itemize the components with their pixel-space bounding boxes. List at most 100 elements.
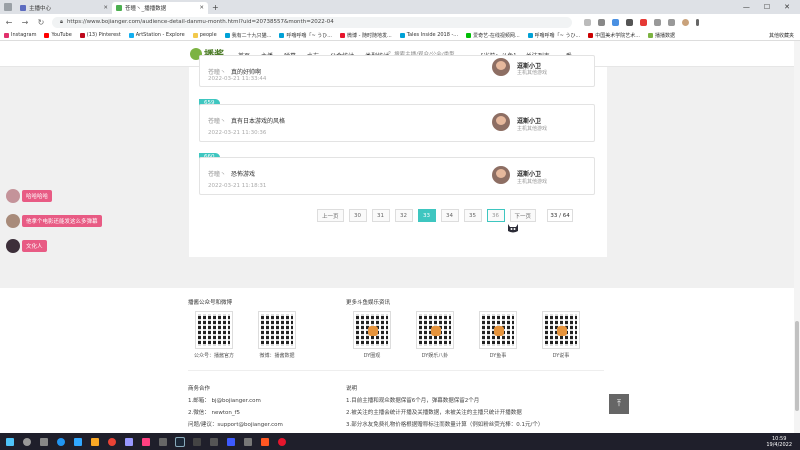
danmu-user[interactable]: 苍瞳丶 [208,171,226,178]
search-icon[interactable] [23,437,31,446]
new-tab-icon[interactable]: + [212,3,219,12]
bookmark-item[interactable]: 呼噜呼噜「~ うひ... [527,32,581,39]
bookmark-item[interactable]: 微博 - 随时随地发... [340,32,392,39]
refresh-icon[interactable]: ↻ [36,18,46,27]
bookmark-item[interactable]: 播播数据 [648,32,675,39]
maximize-icon[interactable]: ☐ [764,3,770,11]
danmu-item: 苍瞳丶 真的好帅啊 2022-03-21 11:33:44 逗斯小卫 主机其他游… [199,55,595,87]
current-page-button[interactable]: 33 [417,209,436,222]
url-input[interactable]: 🔒︎ https://www.bojianger.com/audience-de… [52,16,572,28]
extension-icon[interactable] [640,18,647,26]
windows-start-icon[interactable] [6,437,14,446]
page-button[interactable]: 31 [371,209,390,222]
page-info: 33 / 64 [547,209,574,222]
translate-icon[interactable] [612,18,619,26]
coop-line[interactable]: 1.邮箱： bj@bojianger.com [188,396,261,404]
collections-icon[interactable] [668,18,675,26]
page-button[interactable]: 36 [486,209,505,222]
app-icon[interactable] [227,437,235,446]
steam-icon[interactable] [175,436,185,447]
forward-icon[interactable]: → [20,18,30,27]
page-button[interactable]: 32 [394,209,413,222]
browser-menu-icon[interactable] [4,3,12,11]
app-icon[interactable] [142,437,150,446]
next-page-button[interactable]: 下一页 [509,209,537,222]
anchor-name[interactable]: 逗斯小卫 [517,169,541,178]
danmaku-bubble: 哈哈哈哈 [22,190,53,202]
profile-icon[interactable] [682,18,689,26]
bookmark-item[interactable]: 我有二十九只猫... [224,32,271,39]
extension-icon[interactable] [598,18,605,26]
photoshop-icon[interactable] [74,437,82,446]
prev-page-button[interactable]: 上一页 [317,209,344,222]
other-bookmarks-folder[interactable]: 其他收藏夹 [769,32,800,39]
browser-tabbar: 主播中心 ✕ 苍瞳丶_播播数据 ✕ + — ☐ ✕ [0,0,800,14]
premiere-icon[interactable] [125,437,133,446]
app-icon[interactable] [159,437,167,446]
bookmark-item[interactable]: YouTube [44,32,72,38]
coop-line[interactable]: 问题/建议：support@bojianger.com [188,420,283,428]
anchor-name[interactable]: 逗斯小卫 [517,116,541,125]
tab-close-icon[interactable]: ✕ [103,5,108,11]
bookmark-item[interactable]: 呼噜呼噜「~ うひ... [279,32,332,39]
chrome-icon[interactable] [108,437,116,446]
app-icon[interactable] [193,437,201,446]
edge-icon[interactable] [57,437,65,446]
anchor-avatar[interactable] [492,58,510,76]
anchor-category: 主机其他游戏 [517,70,548,76]
page-scrollbar[interactable] [794,41,800,433]
danmu-user[interactable]: 苍瞳丶 [208,69,226,76]
bookmark-label: 呼噜呼噜「~ うひ... [534,32,581,39]
bookmark-item[interactable]: Instagram [4,32,36,38]
tab-0[interactable]: 主播中心 ✕ [16,2,112,14]
file-explorer-icon[interactable] [91,437,99,446]
anchor-category: 主机其他游戏 [517,126,548,132]
system-clock[interactable]: 10:59 19/4/2022 [766,436,800,448]
minimize-icon[interactable]: — [743,3,750,11]
back-to-top-button[interactable]: ⤒ [609,394,629,414]
tab-1[interactable]: 苍瞳丶_播播数据 ✕ [112,2,208,14]
bookmark-label: ArtStation - Explore [135,32,185,38]
extension-icon[interactable] [626,18,633,26]
bookmark-item[interactable]: 中国美术学院艺术... [588,32,640,39]
bookmarks-bar: Instagram YouTube (13) Pinterest ArtStation… [0,30,800,41]
page-button[interactable]: 30 [348,209,367,222]
bookmark-item[interactable]: (13) Pinterest [79,32,121,38]
app-icon[interactable] [261,437,269,446]
bookmark-favicon-icon [399,32,405,38]
arrow-up-to-line-icon: ⤒ [617,399,621,409]
anchor-avatar[interactable] [492,166,510,184]
qr-caption: DY说事 [552,353,570,359]
more-icon[interactable] [696,18,699,26]
danmaku-bubble: 他拿个电影还能发这么多弹幕 [22,215,102,227]
close-window-icon[interactable]: ✕ [784,3,790,11]
bookmark-item[interactable]: 爱奇艺-在线视频网... [466,32,520,39]
danmu-content: 真的好帅啊 [230,69,261,76]
favorites-icon[interactable] [654,18,661,26]
weibo-icon[interactable] [278,437,286,446]
qr-caption: DY鱼事 [489,353,507,359]
page-button[interactable]: 34 [440,209,459,222]
bookmark-item[interactable]: people [192,32,217,38]
coop-line: 2.微信： newton_f5 [188,410,241,416]
bookmark-favicon-icon [527,32,533,38]
danmu-content: 真有日本游戏的风格 [230,118,285,125]
anchor-avatar[interactable] [492,113,510,131]
danmu-item: 苍瞳丶 真有日本游戏的风格 2022-03-21 11:30:36 逗斯小卫 主… [199,104,595,142]
danmaku-bubble: 文化人 [22,240,47,252]
app-icon[interactable] [210,437,218,446]
danmu-user[interactable]: 苍瞳丶 [208,118,226,125]
task-view-icon[interactable] [40,437,48,446]
tab-close-icon[interactable]: ✕ [199,5,204,11]
danmu-text: 苍瞳丶 恐怖游戏 [208,169,255,178]
back-icon[interactable]: ← [4,18,14,27]
bookmark-item[interactable]: ArtStation - Explore [128,32,185,38]
app-icon[interactable] [244,437,252,446]
cat-cursor-icon [508,224,518,233]
page-button[interactable]: 35 [463,209,482,222]
footer-divider [188,370,604,371]
bookmark-favicon-icon [588,32,594,38]
reader-icon[interactable] [584,18,591,26]
bookmark-item[interactable]: Tales Inside 2018 -... [399,32,458,38]
scrollbar-thumb[interactable] [795,321,799,411]
